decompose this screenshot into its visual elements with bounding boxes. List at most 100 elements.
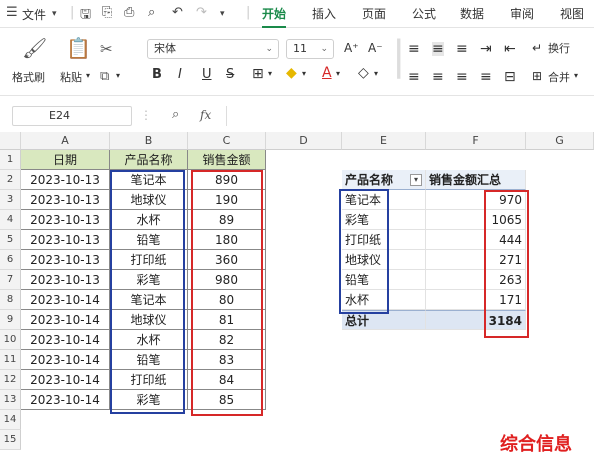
font-name-select[interactable]: 宋体 ⌄ (147, 39, 279, 59)
align-bottom-icon[interactable]: ≡ (456, 42, 468, 56)
column-header[interactable]: G (526, 132, 594, 150)
table-cell-amount[interactable]: 980 (188, 270, 266, 290)
row-header[interactable]: 7 (0, 270, 21, 290)
select-all-corner[interactable] (0, 132, 21, 150)
underline-button[interactable]: U (202, 68, 212, 81)
row-header[interactable]: 8 (0, 290, 21, 310)
table-cell-date[interactable]: 2023-10-14 (21, 330, 110, 350)
merge-label[interactable]: 合并 (548, 72, 570, 83)
table-cell-date[interactable]: 2023-10-13 (21, 270, 110, 290)
row-header[interactable]: 2 (0, 170, 21, 190)
table-cell-product[interactable]: 地球仪 (110, 190, 188, 210)
italic-button[interactable]: I (178, 68, 182, 81)
chevron-down-icon[interactable]: ▾ (116, 72, 120, 80)
table-cell-date[interactable]: 2023-10-14 (21, 310, 110, 330)
copy-icon[interactable]: ⧉ (100, 70, 109, 83)
pivot-row-value[interactable]: 171 (426, 290, 526, 310)
align-left-icon[interactable]: ≡ (408, 70, 420, 84)
align-right-icon[interactable]: ≡ (456, 70, 468, 84)
font-color-icon[interactable]: A (322, 66, 332, 80)
table-cell-amount[interactable]: 83 (188, 350, 266, 370)
table-cell-date[interactable]: 2023-10-14 (21, 370, 110, 390)
table-cell-amount[interactable]: 360 (188, 250, 266, 270)
table-cell-product[interactable]: 铅笔 (110, 230, 188, 250)
chevron-down-icon[interactable]: ▾ (374, 70, 378, 78)
row-header[interactable]: 15 (0, 430, 21, 450)
pivot-total-label[interactable]: 总计 (342, 310, 426, 330)
pivot-row-label[interactable]: 笔记本 (342, 190, 426, 210)
chevron-down-icon[interactable]: ▾ (574, 72, 578, 80)
paste-icon[interactable]: 📋 (66, 38, 91, 58)
more-icon[interactable]: ▾ (220, 9, 225, 19)
pivot-row-value[interactable]: 970 (426, 190, 526, 210)
zoom-icon[interactable]: ⌕ (172, 107, 179, 122)
tab-review[interactable]: 审阅 (510, 5, 534, 22)
chevron-down-icon[interactable]: ▾ (302, 70, 306, 78)
strikethrough-button[interactable]: S (226, 68, 234, 81)
row-header[interactable]: 12 (0, 370, 21, 390)
table-cell-amount[interactable]: 180 (188, 230, 266, 250)
table-header-date[interactable]: 日期 (21, 150, 110, 170)
chevron-down-icon[interactable]: ▾ (336, 70, 340, 78)
format-painter-label[interactable]: 格式刷 (12, 72, 45, 83)
outdent-icon[interactable]: ⇤ (504, 42, 516, 56)
pivot-row-value[interactable]: 263 (426, 270, 526, 290)
distribute-icon[interactable]: ⊟ (504, 70, 516, 84)
table-cell-amount[interactable]: 190 (188, 190, 266, 210)
table-cell-product[interactable]: 彩笔 (110, 270, 188, 290)
chevron-down-icon[interactable]: ▾ (86, 72, 90, 80)
preview-icon[interactable]: ⌕ (148, 5, 155, 20)
pivot-row-value[interactable]: 271 (426, 250, 526, 270)
paste-label[interactable]: 粘贴 (60, 72, 82, 83)
table-cell-product[interactable]: 水杯 (110, 330, 188, 350)
export-icon[interactable]: ⎘ (102, 5, 112, 20)
pivot-row-label[interactable]: 水杯 (342, 290, 426, 310)
print-icon[interactable]: ⎙ (124, 5, 134, 20)
table-cell-amount[interactable]: 81 (188, 310, 266, 330)
table-cell-date[interactable]: 2023-10-13 (21, 170, 110, 190)
pivot-row-label[interactable]: 打印纸 (342, 230, 426, 250)
cut-icon[interactable]: ✂ (100, 42, 113, 57)
column-header[interactable]: F (426, 132, 526, 150)
column-header[interactable]: B (110, 132, 188, 150)
table-cell-product[interactable]: 笔记本 (110, 290, 188, 310)
bold-button[interactable]: B (152, 68, 162, 81)
pivot-row-label[interactable]: 彩笔 (342, 210, 426, 230)
pivot-total-value[interactable]: 3184 (426, 310, 526, 330)
table-header-amount[interactable]: 销售金额 (188, 150, 266, 170)
column-header[interactable]: D (266, 132, 342, 150)
row-header[interactable]: 4 (0, 210, 21, 230)
row-header[interactable]: 11 (0, 350, 21, 370)
table-cell-date[interactable]: 2023-10-13 (21, 190, 110, 210)
tab-insert[interactable]: 插入 (312, 5, 336, 22)
table-cell-date[interactable]: 2023-10-14 (21, 390, 110, 410)
file-menu[interactable]: 文件 (22, 6, 46, 23)
formula-input[interactable] (226, 106, 594, 126)
table-cell-amount[interactable]: 89 (188, 210, 266, 230)
table-cell-product[interactable]: 水杯 (110, 210, 188, 230)
table-cell-amount[interactable]: 85 (188, 390, 266, 410)
undo-icon[interactable]: ↶ (172, 5, 183, 20)
menu-icon[interactable]: ☰ (6, 5, 18, 20)
column-header[interactable]: C (188, 132, 266, 150)
table-cell-product[interactable]: 笔记本 (110, 170, 188, 190)
chevron-down-icon[interactable]: ▾ (52, 9, 57, 19)
row-header[interactable]: 6 (0, 250, 21, 270)
fill-color-icon[interactable]: ◆ (286, 66, 297, 80)
table-cell-product[interactable]: 打印纸 (110, 250, 188, 270)
name-box[interactable]: E24 (12, 106, 132, 126)
table-cell-date[interactable]: 2023-10-13 (21, 250, 110, 270)
table-cell-product[interactable]: 铅笔 (110, 350, 188, 370)
table-cell-product[interactable]: 彩笔 (110, 390, 188, 410)
row-header[interactable]: 3 (0, 190, 21, 210)
column-header[interactable]: A (21, 132, 110, 150)
redo-icon[interactable]: ↷ (196, 5, 207, 20)
row-header[interactable]: 9 (0, 310, 21, 330)
tab-view[interactable]: 视图 (560, 5, 584, 22)
pivot-row-value[interactable]: 1065 (426, 210, 526, 230)
tab-formula[interactable]: 公式 (412, 5, 436, 22)
pivot-value-header[interactable]: 销售金额汇总 (426, 170, 526, 190)
pivot-row-value[interactable]: 444 (426, 230, 526, 250)
table-cell-date[interactable]: 2023-10-13 (21, 230, 110, 250)
wrap-text-label[interactable]: 换行 (548, 43, 570, 54)
